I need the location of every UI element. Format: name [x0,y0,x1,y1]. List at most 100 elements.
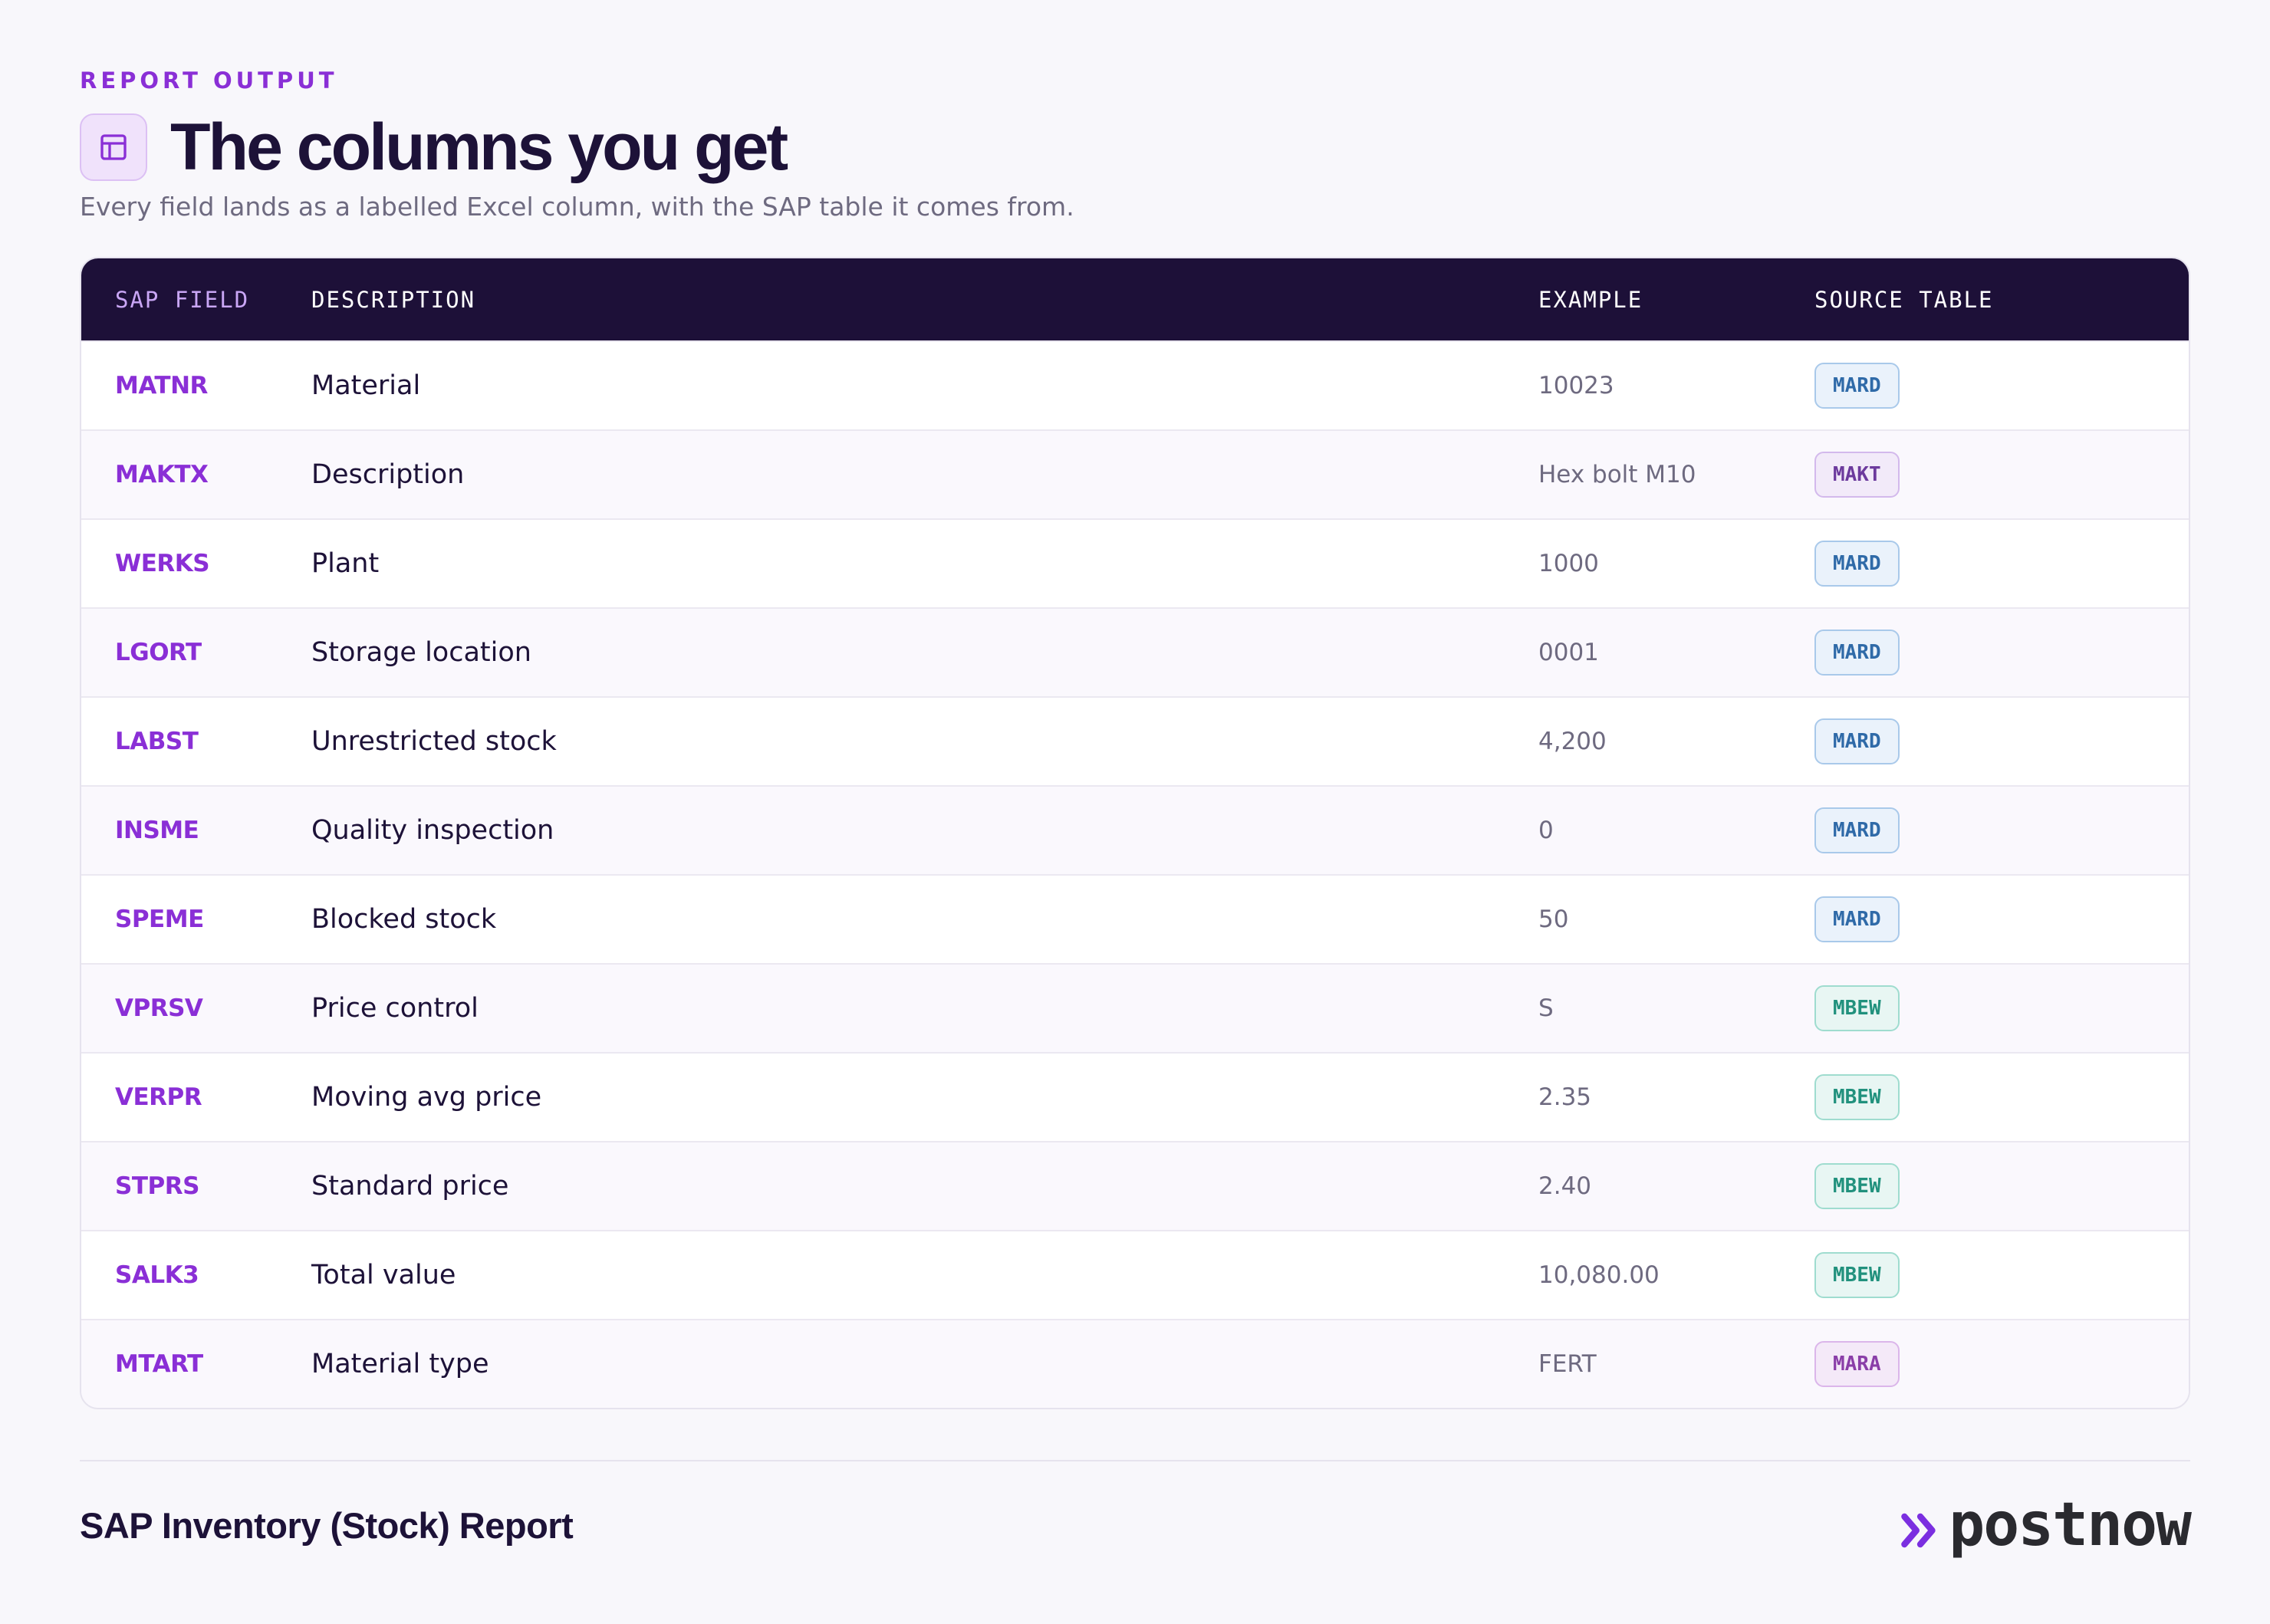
source-table-cell: MARA [1814,1341,2189,1387]
footer-divider [80,1460,2190,1461]
field-description: Total value [311,1260,456,1290]
table-row: MAKTX Description Hex bolt M10 MAKT [81,429,2189,518]
example-value: 0 [1538,817,1554,844]
source-table-badge: MARD [1814,718,1900,764]
field-description: Description [311,459,465,490]
column-header-source-table: SOURCE TABLE [1814,286,1994,313]
source-table-badge: MARD [1814,630,1900,676]
sap-field-code-cell: VERPR [81,1083,311,1111]
source-table-badge: MBEW [1814,1074,1900,1120]
table-row: INSME Quality inspection 0 MARD [81,785,2189,874]
field-description-cell: Storage location [311,637,1538,668]
example-value-cell: Hex bolt M10 [1538,461,1814,488]
source-table-badge: MAKT [1814,452,1900,498]
eyebrow-label: REPORT OUTPUT [80,67,338,94]
columns-table: SAP FIELD DESCRIPTION EXAMPLE SOURCE TAB… [80,257,2190,1409]
sap-field-code-cell: SPEME [81,906,311,933]
sap-field-code: MATNR [115,372,208,399]
source-table-cell: MBEW [1814,1163,2189,1209]
source-table-badge: MARD [1814,541,1900,587]
example-value: 10,080.00 [1538,1261,1660,1289]
table-row: MATNR Material 10023 MARD [81,340,2189,429]
table-row: SALK3 Total value 10,080.00 MBEW [81,1230,2189,1319]
field-description-cell: Material [311,370,1538,401]
source-table-cell: MARD [1814,363,2189,409]
example-value-cell: 4,200 [1538,728,1814,755]
field-description-cell: Material type [311,1349,1538,1379]
sap-field-code-cell: LABST [81,728,311,755]
table-row: SPEME Blocked stock 50 MARD [81,874,2189,963]
example-value-cell: 10,080.00 [1538,1261,1814,1289]
source-table-cell: MAKT [1814,452,2189,498]
field-description-cell: Total value [311,1260,1538,1290]
sap-field-code: SPEME [115,906,204,933]
footer-title: SAP Inventory (Stock) Report [80,1505,574,1546]
field-description: Standard price [311,1171,509,1202]
field-description: Storage location [311,637,531,668]
example-value: 50 [1538,906,1569,933]
source-table-cell: MARD [1814,807,2189,853]
postnow-logo: postnow [1897,1491,2192,1560]
example-value-cell: 1000 [1538,550,1814,577]
table-row: VPRSV Price control S MBEW [81,963,2189,1052]
field-description: Quality inspection [311,815,554,846]
example-value-cell: 0001 [1538,639,1814,666]
sap-field-code-cell: SALK3 [81,1261,311,1289]
sap-field-code: INSME [115,817,199,844]
example-value-cell: FERT [1538,1350,1814,1378]
example-value: FERT [1538,1350,1597,1378]
page-title: The columns you get [170,110,788,184]
title-row: The columns you get [80,109,788,186]
logo-text: postnow [1949,1491,2192,1560]
example-value: 1000 [1538,550,1599,577]
field-description-cell: Price control [311,993,1538,1024]
example-value-cell: 10023 [1538,372,1814,399]
example-value-cell: 2.40 [1538,1172,1814,1200]
source-table-cell: MARD [1814,630,2189,676]
source-table-cell: MBEW [1814,985,2189,1031]
field-description: Plant [311,548,380,579]
sap-field-code: WERKS [115,550,210,577]
table-row: LGORT Storage location 0001 MARD [81,607,2189,696]
table-header: SAP FIELD DESCRIPTION EXAMPLE SOURCE TAB… [81,258,2189,340]
source-table-cell: MARD [1814,718,2189,764]
sap-field-code-cell: WERKS [81,550,311,577]
field-description: Moving avg price [311,1082,542,1113]
source-table-badge: MARD [1814,807,1900,853]
field-description: Material [311,370,421,401]
field-description-cell: Plant [311,548,1538,579]
example-value: S [1538,994,1554,1022]
sap-field-code: VPRSV [115,994,203,1022]
source-table-badge: MARA [1814,1341,1900,1387]
sap-field-code: LGORT [115,639,202,666]
sap-field-code-cell: MTART [81,1350,311,1378]
table-body: MATNR Material 10023 MARD MAKTX Description He… [81,340,2189,1408]
sap-field-code: SALK3 [115,1261,199,1289]
page-subtitle: Every field lands as a labelled Excel co… [80,192,1074,222]
field-description-cell: Description [311,459,1538,490]
field-description-cell: Standard price [311,1171,1538,1202]
source-table-badge: MBEW [1814,1252,1900,1298]
example-value-cell: S [1538,994,1814,1022]
field-description-cell: Moving avg price [311,1082,1538,1113]
example-value: 4,200 [1538,728,1607,755]
field-description-cell: Blocked stock [311,904,1538,935]
source-table-badge: MARD [1814,363,1900,409]
example-value: 10023 [1538,372,1614,399]
column-header-description: DESCRIPTION [311,286,476,313]
sap-field-code: STPRS [115,1172,199,1200]
page: REPORT OUTPUT The columns you get Every … [80,0,2192,1624]
field-description-cell: Quality inspection [311,815,1538,846]
table-row: MTART Material type FERT MARA [81,1319,2189,1408]
table-row: STPRS Standard price 2.40 MBEW [81,1141,2189,1230]
table-row: VERPR Moving avg price 2.35 MBEW [81,1052,2189,1141]
sap-field-code: VERPR [115,1083,202,1111]
sap-field-code-cell: LGORT [81,639,311,666]
source-table-badge: MBEW [1814,985,1900,1031]
example-value: 2.35 [1538,1083,1592,1111]
example-value: 2.40 [1538,1172,1592,1200]
source-table-badge: MARD [1814,896,1900,942]
column-header-sap-field: SAP FIELD [115,286,250,313]
example-value: Hex bolt M10 [1538,461,1696,488]
table-row: LABST Unrestricted stock 4,200 MARD [81,696,2189,785]
